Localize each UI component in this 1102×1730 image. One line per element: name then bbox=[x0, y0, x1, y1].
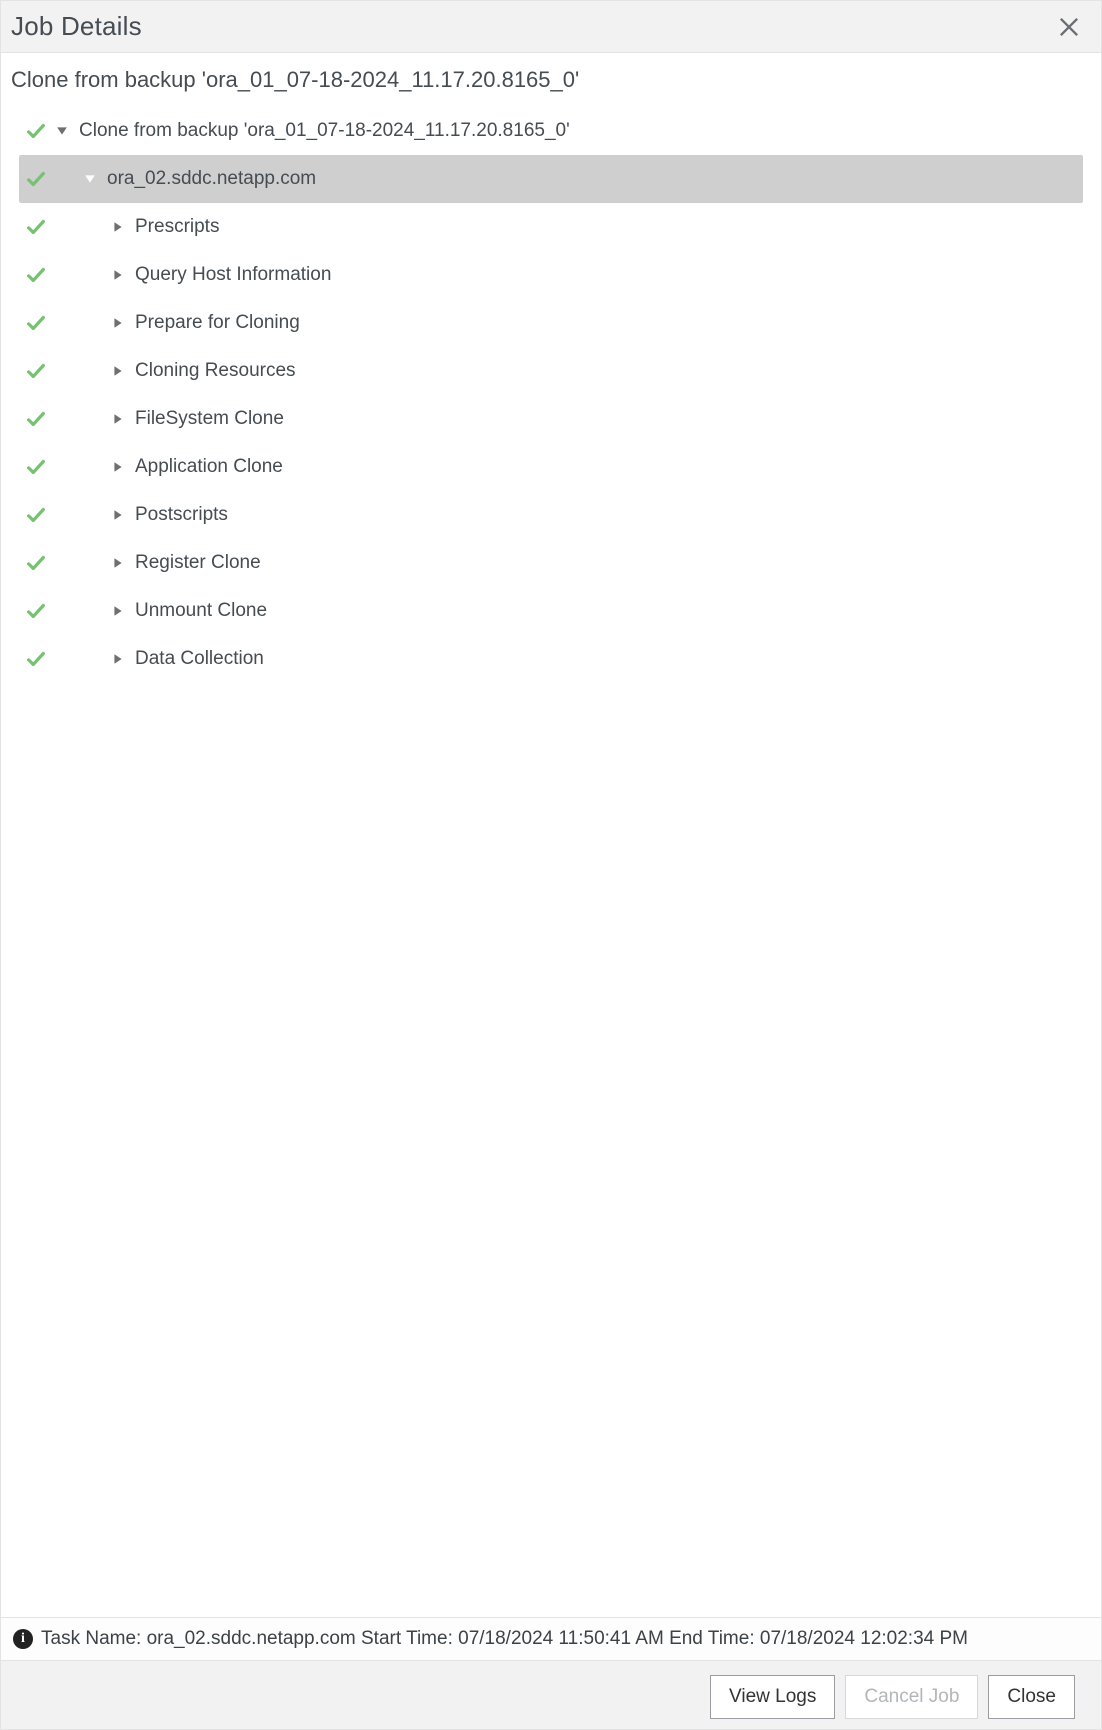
chevron-right-icon[interactable] bbox=[109, 554, 127, 572]
chevron-down-icon[interactable] bbox=[53, 122, 71, 140]
tree-row-label: Postscripts bbox=[133, 504, 228, 526]
chevron-right-icon[interactable] bbox=[109, 506, 127, 524]
tree-row[interactable]: Prepare for Cloning bbox=[19, 299, 1083, 347]
tree-row[interactable]: Prescripts bbox=[19, 203, 1083, 251]
tree-row[interactable]: Postscripts bbox=[19, 491, 1083, 539]
tree-row-label: Unmount Clone bbox=[133, 600, 267, 622]
info-icon: i bbox=[13, 1629, 33, 1649]
dialog-subtitle: Clone from backup 'ora_01_07-18-2024_11.… bbox=[1, 53, 1101, 103]
tree-row-label: Data Collection bbox=[133, 648, 264, 670]
chevron-right-icon[interactable] bbox=[109, 218, 127, 236]
status-success-icon bbox=[19, 552, 53, 574]
titlebar: Job Details bbox=[1, 1, 1101, 53]
status-success-icon bbox=[19, 264, 53, 286]
tree-row-label: Register Clone bbox=[133, 552, 261, 574]
chevron-right-icon[interactable] bbox=[109, 362, 127, 380]
tree-row-label: Prepare for Cloning bbox=[133, 312, 300, 334]
tree-row[interactable]: Unmount Clone bbox=[19, 587, 1083, 635]
tree-row[interactable]: FileSystem Clone bbox=[19, 395, 1083, 443]
close-button[interactable]: Close bbox=[988, 1675, 1075, 1719]
chevron-right-icon[interactable] bbox=[109, 266, 127, 284]
footer: View Logs Cancel Job Close bbox=[1, 1660, 1101, 1729]
view-logs-button[interactable]: View Logs bbox=[710, 1675, 835, 1719]
scrollbar[interactable] bbox=[1091, 103, 1101, 1617]
chevron-right-icon[interactable] bbox=[109, 458, 127, 476]
tree-row[interactable]: Application Clone bbox=[19, 443, 1083, 491]
status-success-icon bbox=[19, 648, 53, 670]
cancel-job-button: Cancel Job bbox=[845, 1675, 978, 1719]
chevron-down-icon[interactable] bbox=[81, 170, 99, 188]
job-tree[interactable]: Clone from backup 'ora_01_07-18-2024_11.… bbox=[1, 103, 1101, 1617]
status-success-icon bbox=[19, 408, 53, 430]
status-text: Task Name: ora_02.sddc.netapp.com Start … bbox=[41, 1628, 968, 1650]
tree-row[interactable]: Cloning Resources bbox=[19, 347, 1083, 395]
status-success-icon bbox=[19, 312, 53, 334]
status-success-icon bbox=[19, 168, 53, 190]
status-success-icon bbox=[19, 120, 53, 142]
chevron-right-icon[interactable] bbox=[109, 650, 127, 668]
dialog-title: Job Details bbox=[11, 11, 142, 42]
tree-row[interactable]: Data Collection bbox=[19, 635, 1083, 683]
chevron-right-icon[interactable] bbox=[109, 314, 127, 332]
status-success-icon bbox=[19, 360, 53, 382]
tree-row-label: Cloning Resources bbox=[133, 360, 296, 382]
status-success-icon bbox=[19, 504, 53, 526]
status-success-icon bbox=[19, 456, 53, 478]
tree-row-label: ora_02.sddc.netapp.com bbox=[105, 168, 316, 190]
status-success-icon bbox=[19, 600, 53, 622]
tree-row[interactable]: Register Clone bbox=[19, 539, 1083, 587]
close-icon[interactable] bbox=[1055, 13, 1083, 41]
job-details-dialog: Job Details Clone from backup 'ora_01_07… bbox=[0, 0, 1102, 1730]
chevron-right-icon[interactable] bbox=[109, 410, 127, 428]
tree-row-label: Application Clone bbox=[133, 456, 283, 478]
chevron-right-icon[interactable] bbox=[109, 602, 127, 620]
status-bar: i Task Name: ora_02.sddc.netapp.com Star… bbox=[1, 1617, 1101, 1660]
tree-row-label: Query Host Information bbox=[133, 264, 331, 286]
tree-row-label: Clone from backup 'ora_01_07-18-2024_11.… bbox=[77, 120, 570, 142]
tree-row-label: FileSystem Clone bbox=[133, 408, 284, 430]
tree-row[interactable]: ora_02.sddc.netapp.com bbox=[19, 155, 1083, 203]
status-success-icon bbox=[19, 216, 53, 238]
tree-row[interactable]: Clone from backup 'ora_01_07-18-2024_11.… bbox=[19, 107, 1083, 155]
tree-row-label: Prescripts bbox=[133, 216, 219, 238]
tree-row[interactable]: Query Host Information bbox=[19, 251, 1083, 299]
